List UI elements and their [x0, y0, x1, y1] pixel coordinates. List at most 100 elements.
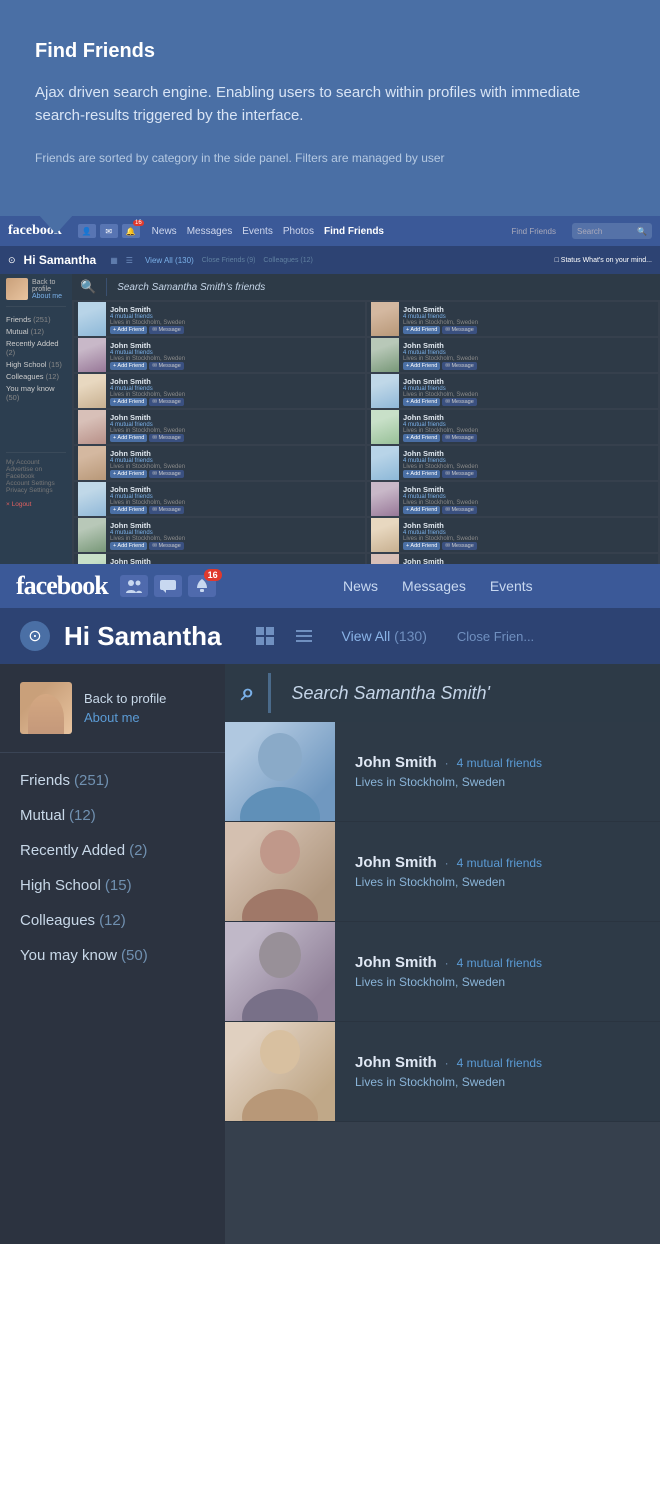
small-privacy[interactable]: Privacy Settings — [6, 487, 66, 494]
small-message-btn-1[interactable]: ✉ Message — [149, 326, 183, 334]
small-sidebar-friends[interactable]: Friends (251) — [6, 315, 66, 324]
sidebar-item-recently-added[interactable]: Recently Added (2) — [0, 833, 225, 868]
small-add-friend-btn-r2[interactable]: + Add Friend — [403, 362, 440, 370]
small-add-friend-btn-r6[interactable]: + Add Friend — [403, 506, 440, 514]
sidebar-item-friends[interactable]: Friends (251) — [0, 763, 225, 798]
small-friend-photo-5 — [78, 446, 106, 480]
small-friend-photo-3 — [78, 374, 106, 408]
small-message-btn-r2[interactable]: ✉ Message — [442, 362, 476, 370]
small-message-btn-5[interactable]: ✉ Message — [149, 470, 183, 478]
fb-nav-messages[interactable]: Messages — [402, 578, 466, 594]
small-friend-name-2: John Smith — [110, 341, 361, 350]
small-message-btn-3[interactable]: ✉ Message — [149, 398, 183, 406]
small-message-btn-4[interactable]: ✉ Message — [149, 434, 183, 442]
small-notif-icon[interactable]: 🔔 — [122, 224, 140, 238]
small-sidebar-mutual[interactable]: Mutual (12) — [6, 327, 66, 336]
large-friend-photo-3 — [225, 922, 335, 1021]
large-friend-mutual-3: 4 mutual friends — [457, 956, 542, 970]
small-nav-links: News Messages Events Photos Find Friends — [152, 226, 500, 237]
list-view-icon[interactable] — [296, 630, 312, 642]
small-message-btn-r7[interactable]: ✉ Message — [442, 542, 476, 550]
small-nav-photos[interactable]: Photos — [283, 226, 314, 237]
small-nav-find-friends[interactable]: Find Friends — [324, 226, 384, 237]
small-message-btn-r4[interactable]: ✉ Message — [442, 434, 476, 442]
small-message-btn-r6[interactable]: ✉ Message — [442, 506, 476, 514]
fb-messages-icon[interactable] — [154, 575, 182, 597]
fb-nav-events[interactable]: Events — [490, 578, 533, 594]
small-message-btn-r1[interactable]: ✉ Message — [442, 326, 476, 334]
small-friend-info-4: John Smith 4 mutual friends Lives in Sto… — [110, 413, 361, 442]
small-back-to-profile[interactable]: Back to profile — [32, 279, 66, 293]
small-add-friend-btn-5[interactable]: + Add Friend — [110, 470, 147, 478]
small-friends-col-left: John Smith 4 mutual friends Lives in Sto… — [74, 302, 365, 564]
small-friend-info-2: John Smith 4 mutual friends Lives in Sto… — [110, 341, 361, 370]
small-add-friend-btn-7[interactable]: + Add Friend — [110, 542, 147, 550]
small-add-friend-btn-r4[interactable]: + Add Friend — [403, 434, 440, 442]
hero-arrow — [38, 214, 74, 234]
small-friend-name-r7: John Smith — [403, 521, 654, 530]
large-friend-dot-1: · — [445, 756, 449, 770]
small-message-btn-r5[interactable]: ✉ Message — [442, 470, 476, 478]
fb-notif-icon[interactable]: 16 — [188, 575, 216, 597]
small-add-friend-btn-r5[interactable]: + Add Friend — [403, 470, 440, 478]
small-account-settings[interactable]: Account Settings — [6, 480, 66, 487]
small-view-all[interactable]: View All (130) — [145, 256, 194, 265]
small-add-friend-btn-4[interactable]: + Add Friend — [110, 434, 147, 442]
small-nav-messages[interactable]: Messages — [187, 226, 233, 237]
fb-nav-news[interactable]: News — [343, 578, 378, 594]
small-friends-grid: John Smith 4 mutual friends Lives in Sto… — [72, 300, 660, 564]
hi-close-friends[interactable]: Close Frien... — [457, 629, 534, 644]
small-message-btn-6[interactable]: ✉ Message — [149, 506, 183, 514]
sidebar-item-colleagues[interactable]: Colleagues (12) — [0, 903, 225, 938]
small-friend-photo-4 — [78, 410, 106, 444]
sidebar-item-mutual[interactable]: Mutual (12) — [0, 798, 225, 833]
small-message-btn-2[interactable]: ✉ Message — [149, 362, 183, 370]
small-add-friend-btn-r7[interactable]: + Add Friend — [403, 542, 440, 550]
small-add-friend-btn-2[interactable]: + Add Friend — [110, 362, 147, 370]
small-profile-row: Back to profile About me — [6, 278, 66, 307]
small-colleagues[interactable]: Colleagues (12) — [263, 257, 312, 264]
small-advertise[interactable]: Advertise on Facebook — [6, 466, 66, 480]
large-avatar — [20, 682, 72, 734]
fb-friends-icon[interactable] — [120, 575, 148, 597]
small-add-friend-btn-r3[interactable]: + Add Friend — [403, 398, 440, 406]
small-nav-events[interactable]: Events — [242, 226, 273, 237]
small-friend-photo-r8 — [371, 554, 399, 564]
large-back-to-profile[interactable]: Back to profile — [84, 691, 166, 706]
small-add-friend-btn-6[interactable]: + Add Friend — [110, 506, 147, 514]
large-friend-photo-1 — [225, 722, 335, 821]
grid-view-icon[interactable] — [256, 627, 274, 645]
hi-view-all[interactable]: View All (130) — [342, 628, 427, 644]
sidebar-item-you-may-know[interactable]: You may know (50) — [0, 938, 225, 973]
small-friend-photo-r5 — [371, 446, 399, 480]
small-message-btn-7[interactable]: ✉ Message — [149, 542, 183, 550]
small-add-friend-btn-r1[interactable]: + Add Friend — [403, 326, 440, 334]
small-friends-icon[interactable]: 👤 — [78, 224, 96, 238]
large-friend-mutual-2: 4 mutual friends — [457, 856, 542, 870]
small-friend-name-1: John Smith — [110, 305, 361, 314]
small-sidebar-recently-added[interactable]: Recently Added (2) — [6, 339, 66, 357]
large-friend-name-3: John Smith — [355, 954, 437, 971]
small-message-btn-r3[interactable]: ✉ Message — [442, 398, 476, 406]
large-about-me[interactable]: About me — [84, 710, 166, 725]
small-friend-name-r1: John Smith — [403, 305, 654, 314]
small-sidebar-high-school[interactable]: High School (15) — [6, 360, 66, 369]
list-item: John Smith · 4 mutual friends Lives in S… — [225, 722, 660, 822]
small-about-me[interactable]: About me — [32, 293, 66, 300]
small-add-friend-btn-1[interactable]: + Add Friend — [110, 326, 147, 334]
small-search-box[interactable]: Search 🔍 — [572, 223, 652, 239]
small-add-friend-btn-3[interactable]: + Add Friend — [110, 398, 147, 406]
list-item: John Smith · 4 mutual friends Lives in S… — [225, 922, 660, 1022]
small-logout[interactable]: × Logout — [6, 501, 31, 508]
small-messages-icon[interactable]: ✉ — [100, 224, 118, 238]
large-friend-name-2: John Smith — [355, 854, 437, 871]
small-greeting: Hi Samantha — [24, 253, 97, 267]
large-search-bar[interactable]: ⌕ Search Samantha Smith' — [225, 664, 660, 722]
small-close-friends[interactable]: Close Friends (9) — [202, 257, 256, 264]
small-sidebar-you-may-know[interactable]: You may know (50) — [6, 384, 66, 402]
sidebar-item-high-school[interactable]: High School (15) — [0, 868, 225, 903]
large-friend-info-4: John Smith · 4 mutual friends Lives in S… — [335, 1022, 660, 1121]
small-friend-name-r4: John Smith — [403, 413, 654, 422]
small-sidebar-colleagues[interactable]: Colleagues (12) — [6, 372, 66, 381]
small-nav-news[interactable]: News — [152, 226, 177, 237]
